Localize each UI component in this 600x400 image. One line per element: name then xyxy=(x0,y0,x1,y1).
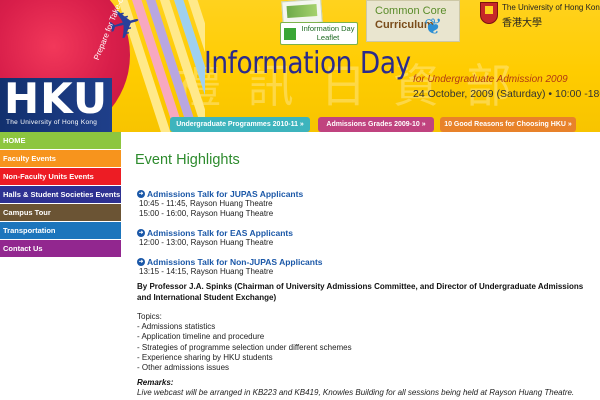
undergraduate-programmes-button[interactable]: Undergraduate Programmes 2010-11 » xyxy=(170,117,310,132)
sidebar-item-halls-student-societies[interactable]: Halls & Student Societies Events xyxy=(0,186,121,204)
page-subtitle: for Undergraduate Admission 2009 xyxy=(413,74,568,85)
topic-item: - Application timeline and procedure xyxy=(137,332,265,342)
sidebar-item-transportation[interactable]: Transportation xyxy=(0,222,121,240)
green-square-icon xyxy=(284,27,296,40)
topic-item: - Strategies of programme selection unde… xyxy=(137,342,352,352)
arrow-bullet-icon: ➜ xyxy=(137,228,145,237)
talk-eas: ➜ Admissions Talk for EAS Applicants 12:… xyxy=(137,227,293,248)
leaflet-button[interactable]: Information Day Leaflet xyxy=(280,22,358,45)
sidebar-item-home[interactable]: HOME xyxy=(0,132,121,150)
talk-session: 12:00 - 13:00, Rayson Huang Theatre xyxy=(139,238,274,247)
hku-crest-icon[interactable] xyxy=(480,2,498,24)
talk-title-text: Admissions Talk for EAS Applicants xyxy=(147,227,293,238)
topics-list: Topics: - Admissions statistics - Applic… xyxy=(137,312,352,373)
sidebar-item-non-faculty-units-events[interactable]: Non-Faculty Units Events xyxy=(0,168,121,186)
talk-non-jupas: ➜ Admissions Talk for Non-JUPAS Applican… xyxy=(137,256,323,277)
talk-jupas: ➜ Admissions Talk for JUPAS Applicants 1… xyxy=(137,188,303,219)
talk-title-link[interactable]: ➜ Admissions Talk for EAS Applicants xyxy=(137,227,293,238)
topic-item: - Other admissions issues xyxy=(137,363,230,373)
talk-title-text: Admissions Talk for Non-JUPAS Applicants xyxy=(147,256,323,267)
page-title: Information Day xyxy=(204,46,411,81)
talk-title-link[interactable]: ➜ Admissions Talk for JUPAS Applicants xyxy=(137,188,303,199)
talk-session: 15:00 - 16:00, Rayson Huang Theatre xyxy=(139,209,274,218)
info-day-leaflet-link[interactable]: Information Day Leaflet xyxy=(280,0,360,46)
admissions-grades-button[interactable]: Admissions Grades 2009-10 » xyxy=(318,117,434,132)
speaker-info: By Professor J.A. Spinks (Chairman of Un… xyxy=(137,282,584,302)
arrow-bullet-icon: ➜ xyxy=(137,189,145,198)
talk-session: 10:45 - 11:45, Rayson Huang Theatre xyxy=(139,199,273,208)
talk-title-link[interactable]: ➜ Admissions Talk for Non-JUPAS Applican… xyxy=(137,256,323,267)
ten-good-reasons-button[interactable]: 10 Good Reasons for Choosing HKU » xyxy=(440,117,576,132)
remarks-text: Live webcast will be arranged in KB223 a… xyxy=(137,388,575,397)
university-name-en[interactable]: The University of Hong Kong xyxy=(502,3,600,12)
sidebar-nav: HOME Faculty Events Non-Faculty Units Ev… xyxy=(0,132,121,400)
common-core-curriculum-link[interactable]: Common Core Curriculum xyxy=(366,0,460,42)
leaflet-label: Information Day Leaflet xyxy=(301,24,355,42)
sidebar-item-campus-tour[interactable]: Campus Tour xyxy=(0,204,121,222)
topics-label: Topics: xyxy=(137,312,162,321)
main-content: Event Highlights ➜ Admissions Talk for J… xyxy=(121,132,600,400)
remarks-label: Remarks: xyxy=(137,378,174,387)
arrow-bullet-icon: ➜ xyxy=(137,257,145,266)
action-bar: Undergraduate Programmes 2010-11 » Admis… xyxy=(0,112,600,132)
sidebar-item-faculty-events[interactable]: Faculty Events xyxy=(0,150,121,168)
sidebar-item-contact-us[interactable]: Contact Us xyxy=(0,240,121,258)
talk-title-text: Admissions Talk for JUPAS Applicants xyxy=(147,188,304,199)
event-date: 24 October, 2009 (Saturday) • 10:00 -180… xyxy=(413,88,600,100)
university-name-zh: 香港大學 xyxy=(502,18,542,29)
event-highlights-heading: Event Highlights xyxy=(135,152,240,168)
topic-item: - Admissions statistics xyxy=(137,322,216,332)
talk-session: 13:15 - 14:15, Rayson Huang Theatre xyxy=(139,267,274,276)
topic-item: - Experience sharing by HKU students xyxy=(137,352,273,362)
butterfly-icon: ❦ xyxy=(424,14,443,39)
